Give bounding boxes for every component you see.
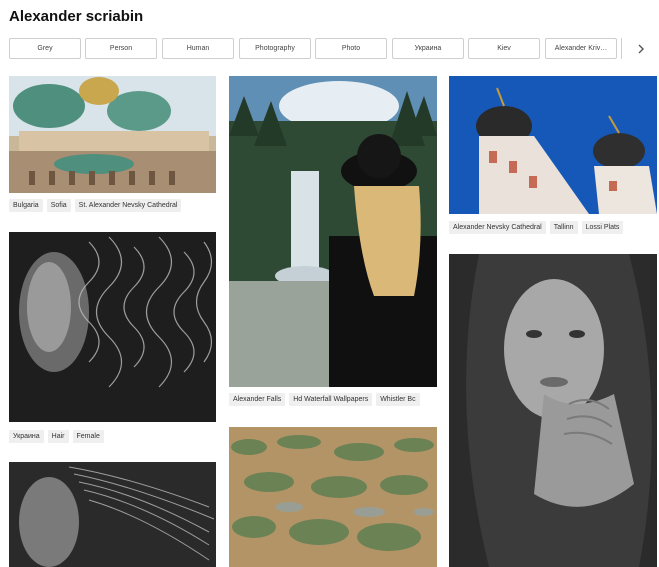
profile-hair-photo[interactable]	[9, 462, 216, 567]
tag-alexander-falls[interactable]: Alexander Falls	[229, 393, 286, 406]
tag-hair[interactable]: Hair	[47, 430, 69, 443]
filter-chip-photo[interactable]: Photo	[315, 38, 387, 59]
page-title: Alexander scriabin	[9, 8, 144, 25]
tag-alexander-nevsky-cathedral[interactable]: Alexander Nevsky Cathedral	[449, 221, 546, 234]
tag-tallinn[interactable]: Tallinn	[549, 221, 578, 234]
tag-hd-waterfall-wallpapers[interactable]: Hd Waterfall Wallpapers	[289, 393, 373, 406]
filter-chip-label: Alexander Kriv…	[554, 45, 608, 52]
tag-row: Alexander Falls Hd Waterfall Wallpapers …	[229, 393, 420, 406]
cathedral-photo[interactable]	[9, 76, 216, 193]
tag-row: Alexander Nevsky Cathedral Tallinn Lossi…	[449, 221, 624, 234]
tag-female[interactable]: Female	[72, 430, 104, 443]
tallinn-domes-photo[interactable]	[449, 76, 657, 214]
filter-chip-person[interactable]: Person	[85, 38, 157, 59]
tag-ukraina[interactable]: Украина	[9, 430, 44, 443]
curly-hair-portrait-photo[interactable]	[9, 232, 216, 422]
tag-whistler-bc[interactable]: Whistler Bc	[376, 393, 420, 406]
tag-sofia[interactable]: Sofia	[46, 199, 71, 212]
tag-row: Украина Hair Female	[9, 430, 104, 443]
filter-chip-label: Photography	[255, 45, 295, 52]
filter-chip-label: Person	[109, 45, 133, 52]
filter-chip-label: Grey	[37, 45, 53, 52]
hand-face-portrait-photo[interactable]	[449, 254, 657, 567]
filter-chip-human[interactable]: Human	[162, 38, 234, 59]
filter-chip-label: Украина	[414, 45, 442, 52]
filter-chip-kiev[interactable]: Kiev	[468, 38, 540, 59]
filter-chip-alexander-kriv[interactable]: Alexander Kriv…	[545, 38, 617, 59]
tag-row: Bulgaria Sofia St. Alexander Nevsky Cath…	[9, 199, 182, 212]
filter-chip-ukraina[interactable]: Украина	[392, 38, 464, 59]
filter-chip-label: Human	[186, 45, 210, 52]
filter-chip-label: Photo	[341, 45, 361, 52]
filter-next-button[interactable]	[621, 38, 659, 59]
tag-bulgaria[interactable]: Bulgaria	[9, 199, 43, 212]
filter-chip-label: Kiev	[497, 45, 511, 52]
filter-bar: Grey Person Human Photography Photo Укра…	[9, 38, 659, 60]
filter-chip-grey[interactable]: Grey	[9, 38, 81, 59]
tag-lossi-plats[interactable]: Lossi Plats	[581, 221, 624, 234]
chevron-right-icon	[638, 44, 644, 53]
bog-aerial-photo[interactable]	[229, 427, 437, 567]
waterfall-photo[interactable]	[229, 76, 437, 387]
tag-st-alexander-nevsky-cathedral[interactable]: St. Alexander Nevsky Cathedral	[74, 199, 182, 212]
filter-chip-photography[interactable]: Photography	[239, 38, 311, 59]
